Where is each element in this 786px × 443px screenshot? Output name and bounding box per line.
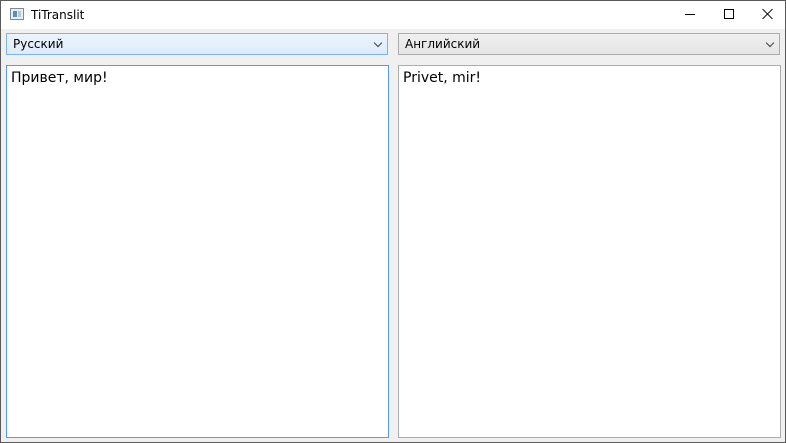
chevron-down-icon <box>765 38 775 48</box>
source-language-select[interactable]: Русский <box>6 33 388 55</box>
target-language-select[interactable]: Английский <box>398 33 780 55</box>
source-language-value: Русский <box>13 37 64 51</box>
close-button[interactable] <box>749 1 785 29</box>
minimize-button[interactable] <box>671 1 709 29</box>
app-window: TiTranslit Русский Английский Привет, ми… <box>0 0 786 443</box>
source-text-input[interactable]: Привет, мир! <box>6 65 389 438</box>
output-text-area[interactable]: Privet, mir! <box>398 65 781 438</box>
window-title: TiTranslit <box>31 8 85 22</box>
close-icon <box>762 8 774 20</box>
maximize-button[interactable] <box>710 1 748 29</box>
minimize-icon <box>685 14 695 15</box>
app-icon <box>10 8 24 20</box>
target-language-value: Английский <box>405 37 481 51</box>
chevron-down-icon <box>373 38 383 48</box>
maximize-icon <box>724 9 734 19</box>
title-bar[interactable]: TiTranslit <box>1 1 785 29</box>
